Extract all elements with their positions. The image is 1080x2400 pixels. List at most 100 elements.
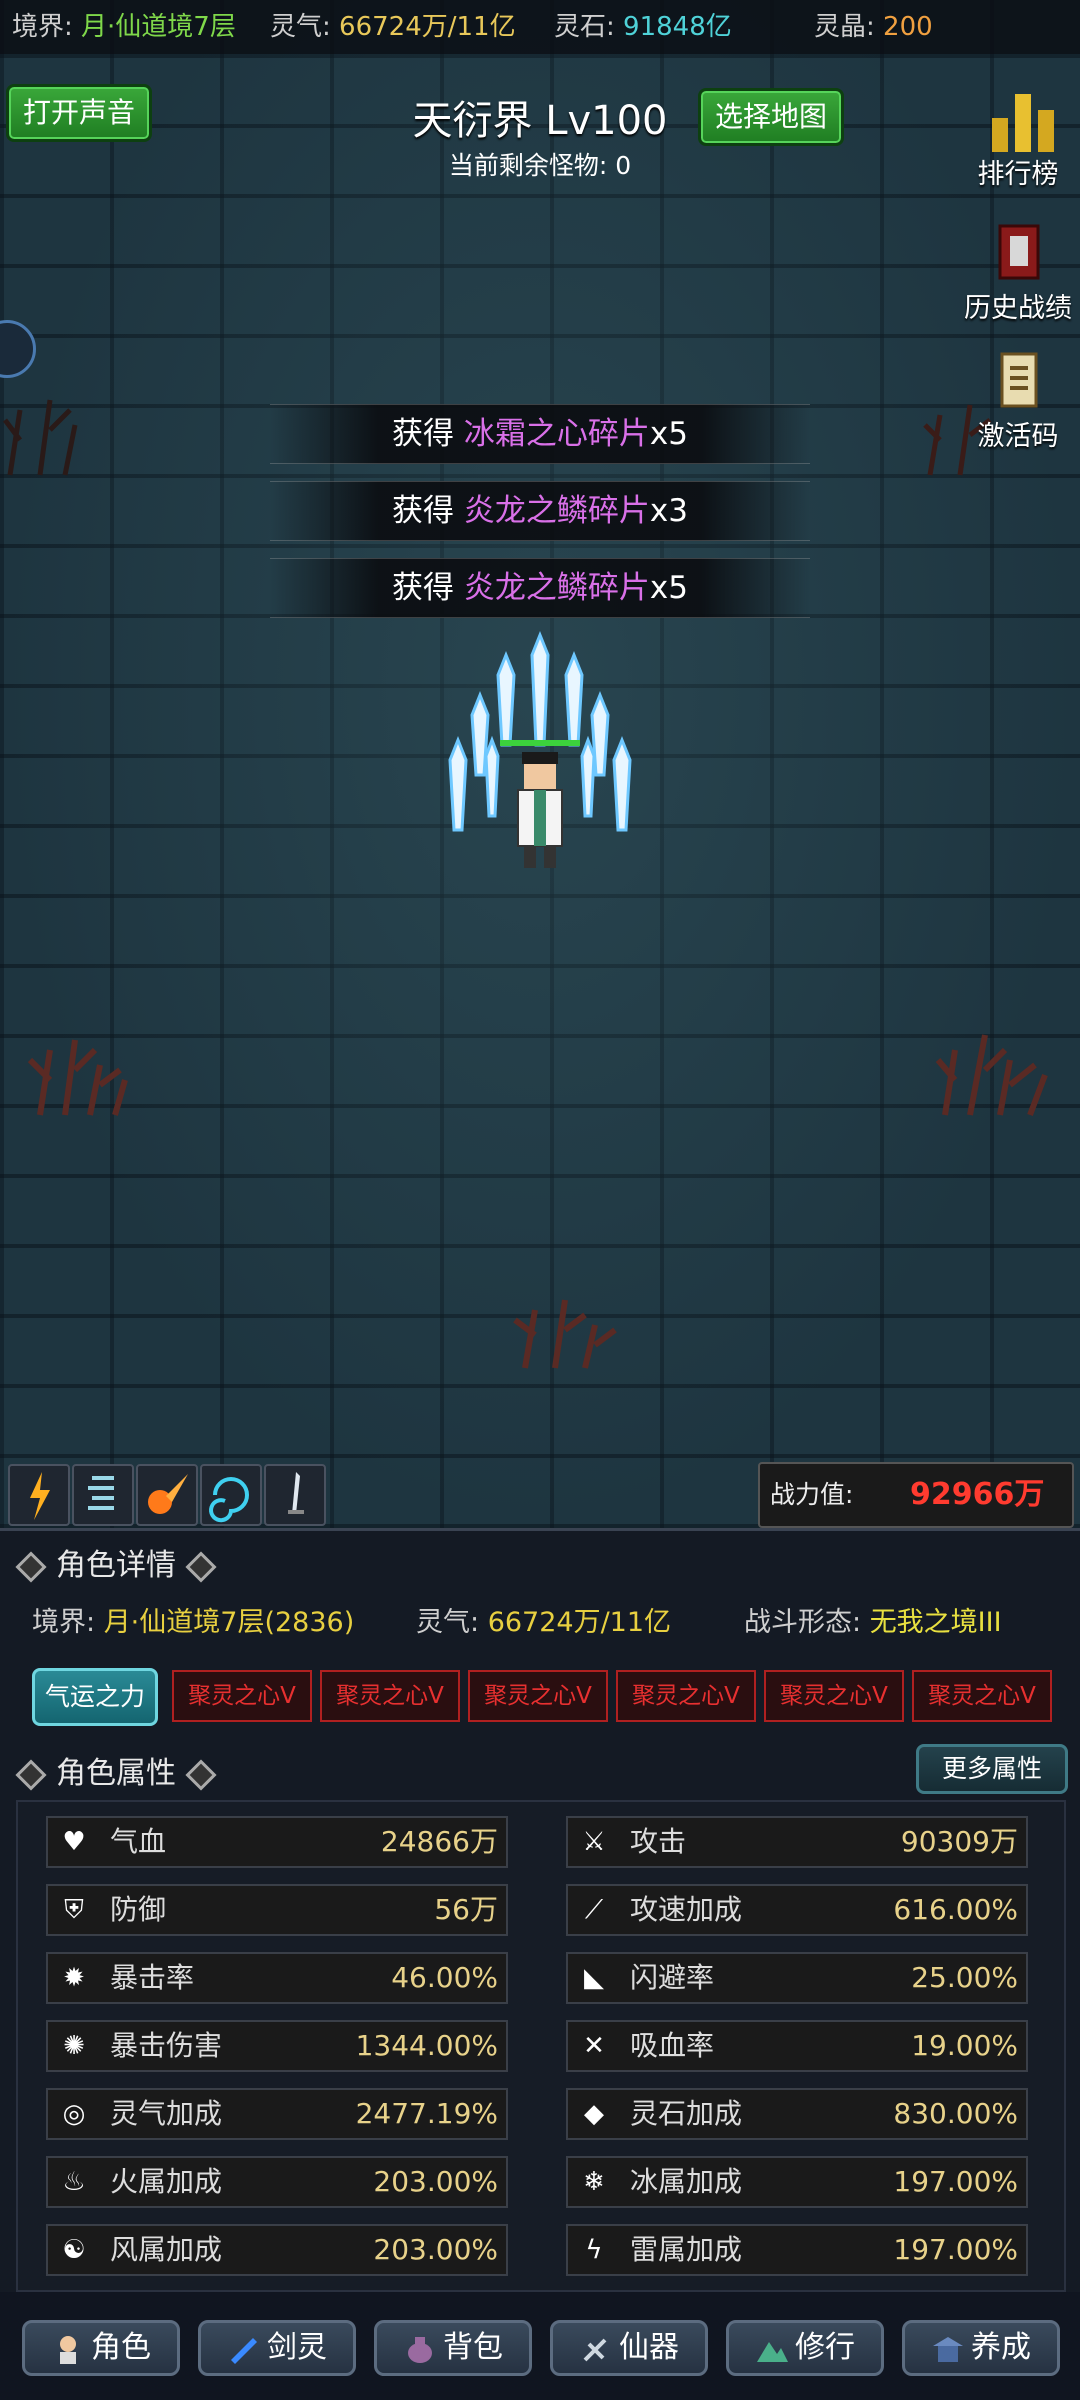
more-attributes-button[interactable]: 更多属性 [916, 1744, 1068, 1794]
qi-value: 66724万/11亿 [339, 12, 516, 42]
swirl-icon: ◎ [62, 2099, 86, 2129]
attr-wind-bonus: ☯ 风属加成 203.00% [46, 2224, 508, 2276]
diamond-icon [15, 1758, 47, 1791]
crystal-icon: ◆ [584, 2099, 604, 2129]
bottom-navigation: 角色 剑灵 背包 仙器 修行 养成 [0, 2292, 1080, 2400]
mountain-icon [757, 2341, 788, 2362]
nav-nurture[interactable]: 养成 [902, 2320, 1060, 2376]
spirit-heart-slot[interactable]: 聚灵之心V [172, 1670, 312, 1722]
character-qi: 灵气: 66724万/11亿 [416, 1607, 672, 1638]
nav-backpack[interactable]: 背包 [374, 2320, 532, 2376]
skill-slot-fireball[interactable] [136, 1464, 198, 1526]
character-details-header: 角色详情 [6, 1540, 226, 1584]
boot-icon: ◣ [584, 1963, 604, 1993]
attr-stone-bonus: ◆ 灵石加成 830.00% [566, 2088, 1028, 2140]
skill-slot-wind[interactable] [72, 1464, 134, 1526]
attr-lifesteal: ✕ 吸血率 19.00% [566, 2020, 1028, 2072]
skill-slot-sword[interactable] [264, 1464, 326, 1526]
loot-item-name: 冰霜之心碎片 [463, 416, 650, 452]
bag-icon [408, 2336, 432, 2363]
loot-quantity: x5 [649, 570, 688, 606]
spirit-crystal-stat: 灵晶: 200 [814, 12, 933, 42]
attr-attack-speed: ⟋ 攻速加成 616.00% [566, 1884, 1028, 1936]
battle-scene [0, 0, 1080, 1528]
qi-stat: 灵气: 66724万/11亿 [270, 12, 516, 42]
attr-dodge: ◣ 闪避率 25.00% [566, 1952, 1028, 2004]
combat-form: 战斗形态: 无我之境III [744, 1607, 1002, 1638]
leaderboard-button[interactable]: 排行榜 [958, 88, 1078, 191]
coral-decoration [27, 1039, 128, 1116]
vortex-skill-icon [209, 1477, 249, 1523]
combat-power: 战力值: 92966万 [758, 1462, 1074, 1528]
remaining-monsters: 当前剩余怪物: 0 [448, 151, 632, 180]
attr-ice-bonus: ❄ 冰属加成 197.00% [566, 2156, 1028, 2208]
attr-crit-rate: ✹ 暴击率 46.00% [46, 1952, 508, 2004]
coral-decoration [513, 1299, 617, 1369]
wind-icon: ☯ [62, 2235, 86, 2265]
loot-quantity: x5 [649, 416, 688, 452]
book-icon [988, 222, 1048, 282]
activation-code-button[interactable]: 激活码 [958, 350, 1078, 453]
spirit-stone-value: 91848亿 [623, 12, 732, 42]
spirit-crystal-value: 200 [883, 12, 933, 42]
attr-crit-damage: ✺ 暴击伤害 1344.00% [46, 2020, 508, 2072]
character-attributes-header: 角色属性 [6, 1748, 226, 1792]
loot-notification: 获得 炎龙之鳞碎片x3 [270, 481, 810, 541]
combat-power-value: 92966万 [910, 1477, 1045, 1512]
temple-icon [933, 2336, 963, 2362]
character-realm: 境界: 月·仙道境7层(2836) [32, 1607, 355, 1638]
bar-chart-icon [988, 88, 1054, 152]
thunder-icon: ϟ [585, 2235, 603, 2265]
diamond-icon [15, 1550, 47, 1583]
nav-character[interactable]: 角色 [22, 2320, 180, 2376]
diamond-icon [185, 1758, 217, 1791]
realm-value: 月·仙道境7层 [81, 12, 236, 42]
attr-defense: ⛨ 防御 56万 [46, 1884, 508, 1936]
map-title: 天衍界 Lv100 [412, 98, 668, 144]
remaining-monsters-count: 0 [615, 151, 632, 180]
lightning-skill-icon [30, 1472, 50, 1520]
attr-thunder-bonus: ϟ 雷属加成 197.00% [566, 2224, 1028, 2276]
spirit-icon [231, 2337, 257, 2364]
loot-notification: 获得 炎龙之鳞碎片x5 [270, 558, 810, 618]
wind-skill-icon [88, 1476, 114, 1510]
attr-fire-bonus: ♨ 火属加成 203.00% [46, 2156, 508, 2208]
fire-icon: ♨ [62, 2167, 86, 2197]
spirit-heart-slot[interactable]: 聚灵之心V [764, 1670, 904, 1722]
spirit-heart-slot[interactable]: 聚灵之心V [912, 1670, 1052, 1722]
attr-attack: ⚔ 攻击 90309万 [566, 1816, 1028, 1868]
status-bar: 境界: 月·仙道境7层 灵气: 66724万/11亿 灵石: 91848亿 灵晶… [0, 0, 1080, 54]
spirit-heart-slot[interactable]: 聚灵之心V [616, 1670, 756, 1722]
coral-decoration [3, 399, 78, 476]
spirit-stone-stat: 灵石: 91848亿 [554, 12, 732, 42]
burst-icon: ✹ [63, 1963, 85, 1993]
attr-hp: ♥ 气血 24866万 [46, 1816, 508, 1868]
sword-icon: ⚔ [582, 1827, 606, 1857]
hero-sprite [448, 630, 632, 868]
artifact-icon [583, 2338, 607, 2361]
attr-qi-bonus: ◎ 灵气加成 2477.19% [46, 2088, 508, 2140]
spirit-heart-slot[interactable]: 聚灵之心V [468, 1670, 608, 1722]
nav-artifact[interactable]: 仙器 [550, 2320, 708, 2376]
realm-stat: 境界: 月·仙道境7层 [12, 12, 236, 42]
heart-icon: ♥ [62, 1827, 86, 1857]
skill-slot-lightning[interactable] [8, 1464, 70, 1526]
spirit-heart-slot[interactable]: 聚灵之心V [320, 1670, 460, 1722]
loot-item-name: 炎龙之鳞碎片 [463, 493, 650, 529]
nav-sword-spirit[interactable]: 剑灵 [198, 2320, 356, 2376]
nav-cultivation[interactable]: 修行 [726, 2320, 884, 2376]
armor-icon: ⛨ [64, 1895, 84, 1925]
character-icon [60, 2335, 76, 2364]
diamond-icon [185, 1550, 217, 1583]
loot-notification: 获得 冰霜之心碎片x5 [270, 404, 810, 464]
fortune-power-button[interactable]: 气运之力 [32, 1668, 158, 1726]
sword-skill-icon [288, 1472, 304, 1514]
slash-icon: ⟋ [584, 1895, 604, 1925]
fang-icon: ✕ [583, 2031, 605, 2061]
loot-quantity: x3 [649, 493, 688, 529]
skill-slot-vortex[interactable] [200, 1464, 262, 1526]
claw-icon: ✺ [63, 2031, 85, 2061]
scroll-icon [988, 350, 1048, 410]
battle-history-button[interactable]: 历史战绩 [958, 222, 1078, 325]
ice-icon: ❄ [583, 2167, 605, 2197]
